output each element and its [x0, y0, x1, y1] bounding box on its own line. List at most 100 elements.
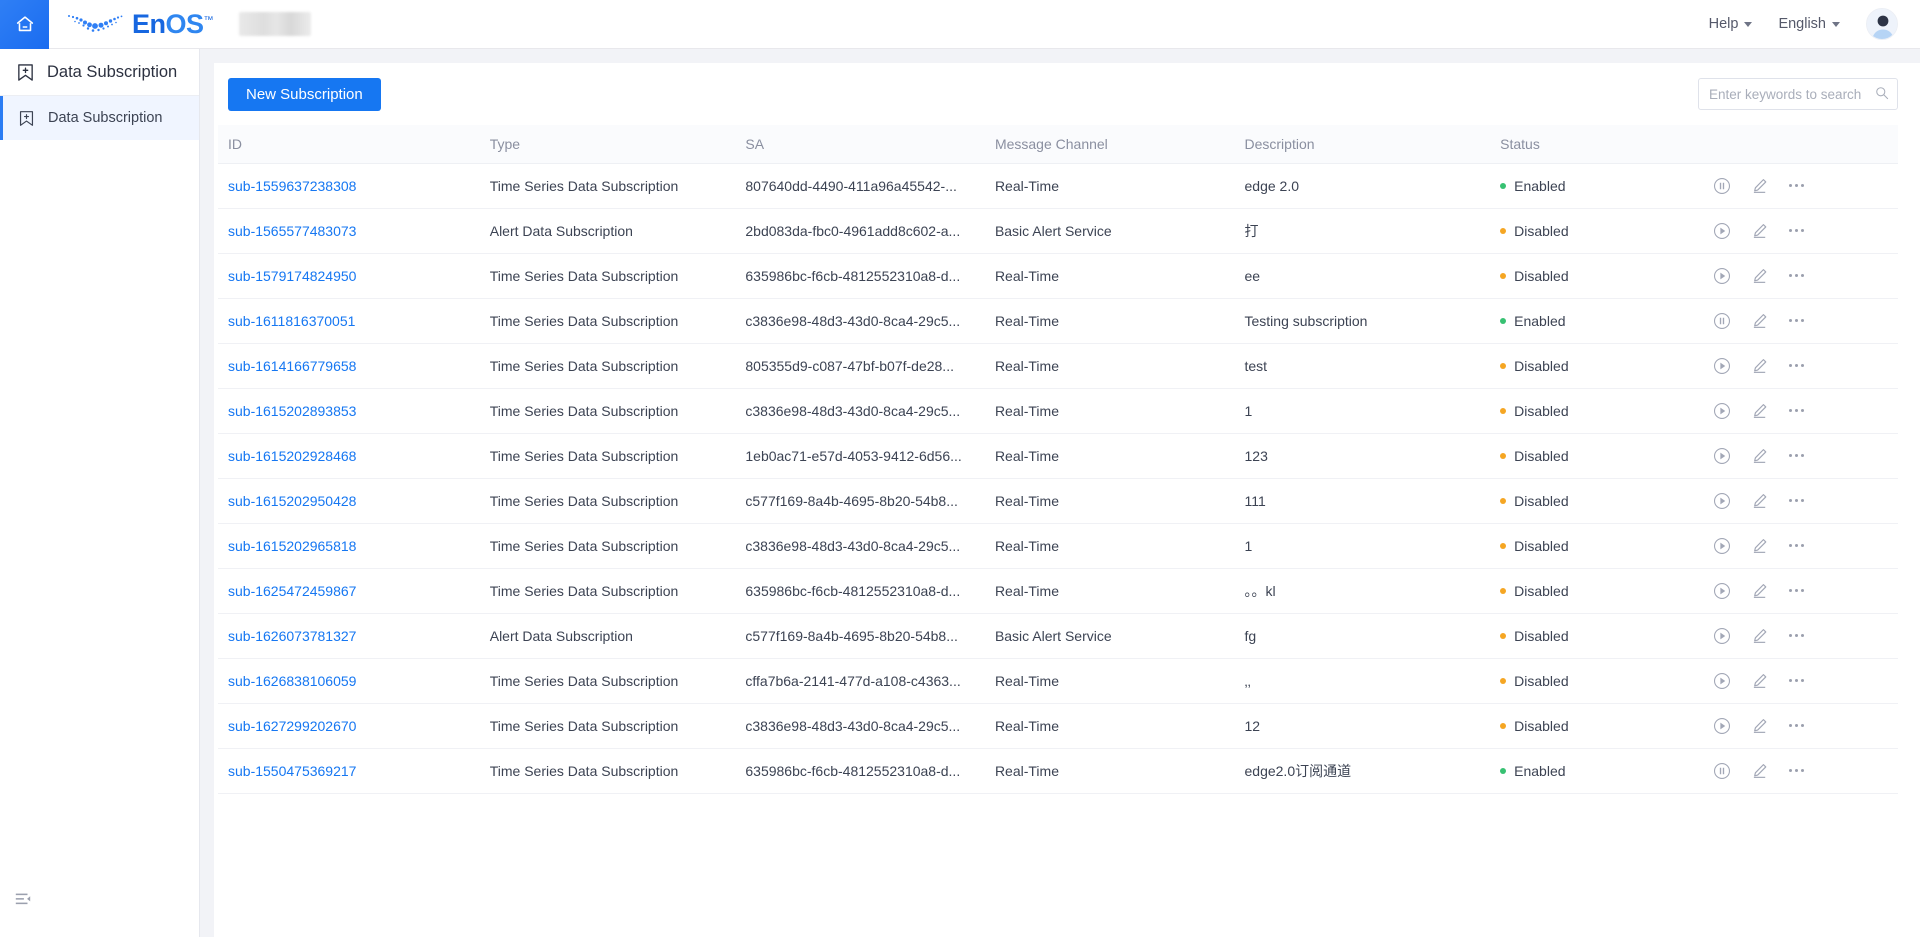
subscription-id-link[interactable]: sub-1611816370051 — [228, 313, 355, 329]
subscription-id-link[interactable]: sub-1615202928468 — [228, 448, 356, 464]
brand-logo[interactable]: EnOS™ — [65, 10, 214, 38]
enable-subscription-button[interactable] — [1713, 627, 1731, 645]
enable-subscription-button[interactable] — [1713, 447, 1731, 465]
search-input[interactable] — [1698, 78, 1898, 110]
edit-subscription-button[interactable] — [1751, 402, 1769, 420]
edit-subscription-button[interactable] — [1751, 177, 1769, 195]
more-horizontal-icon[interactable] — [1789, 492, 1805, 510]
play-circle-icon[interactable] — [1713, 717, 1731, 735]
more-horizontal-icon[interactable] — [1789, 582, 1805, 600]
edit-pencil-icon[interactable] — [1751, 447, 1769, 465]
edit-subscription-button[interactable] — [1751, 312, 1769, 330]
more-horizontal-icon[interactable] — [1789, 222, 1805, 240]
sidebar-item-data-subscription[interactable]: Data Subscription — [0, 96, 199, 140]
edit-subscription-button[interactable] — [1751, 492, 1769, 510]
edit-subscription-button[interactable] — [1751, 447, 1769, 465]
subscription-id-link[interactable]: sub-1625472459867 — [228, 583, 356, 599]
enable-subscription-button[interactable] — [1713, 717, 1731, 735]
edit-pencil-icon[interactable] — [1751, 267, 1769, 285]
enable-subscription-button[interactable] — [1713, 537, 1731, 555]
edit-subscription-button[interactable] — [1751, 357, 1769, 375]
enable-subscription-button[interactable] — [1713, 267, 1731, 285]
edit-pencil-icon[interactable] — [1751, 672, 1769, 690]
edit-pencil-icon[interactable] — [1751, 492, 1769, 510]
enable-subscription-button[interactable] — [1713, 672, 1731, 690]
play-circle-icon[interactable] — [1713, 447, 1731, 465]
play-circle-icon[interactable] — [1713, 357, 1731, 375]
language-menu[interactable]: English — [1778, 16, 1840, 32]
more-horizontal-icon[interactable] — [1789, 717, 1805, 735]
subscription-id-link[interactable]: sub-1565577483073 — [228, 223, 356, 239]
edit-pencil-icon[interactable] — [1751, 537, 1769, 555]
more-horizontal-icon[interactable] — [1789, 402, 1805, 420]
subscription-id-link[interactable]: sub-1614166779658 — [228, 358, 356, 374]
edit-pencil-icon[interactable] — [1751, 582, 1769, 600]
disable-subscription-button[interactable] — [1713, 312, 1731, 330]
edit-subscription-button[interactable] — [1751, 267, 1769, 285]
edit-pencil-icon[interactable] — [1751, 312, 1769, 330]
edit-subscription-button[interactable] — [1751, 762, 1769, 780]
edit-subscription-button[interactable] — [1751, 717, 1769, 735]
play-circle-icon[interactable] — [1713, 222, 1731, 240]
edit-pencil-icon[interactable] — [1751, 357, 1769, 375]
subscription-id-link[interactable]: sub-1550475369217 — [228, 763, 356, 779]
more-horizontal-icon[interactable] — [1789, 627, 1805, 645]
more-horizontal-icon[interactable] — [1789, 357, 1805, 375]
more-horizontal-icon[interactable] — [1789, 537, 1805, 555]
edit-pencil-icon[interactable] — [1751, 762, 1769, 780]
enable-subscription-button[interactable] — [1713, 402, 1731, 420]
play-circle-icon[interactable] — [1713, 627, 1731, 645]
subscription-id-link[interactable]: sub-1615202893853 — [228, 403, 356, 419]
play-circle-icon[interactable] — [1713, 267, 1731, 285]
row-actions — [1713, 402, 1898, 420]
more-horizontal-icon[interactable] — [1789, 312, 1805, 330]
enable-subscription-button[interactable] — [1713, 357, 1731, 375]
avatar[interactable] — [1866, 8, 1898, 40]
edit-subscription-button[interactable] — [1751, 627, 1769, 645]
subscription-id-link[interactable]: sub-1579174824950 — [228, 268, 356, 284]
pause-circle-icon[interactable] — [1713, 177, 1731, 195]
sidebar-collapse-button[interactable] — [14, 890, 32, 913]
more-horizontal-icon[interactable] — [1789, 177, 1805, 195]
enable-subscription-button[interactable] — [1713, 222, 1731, 240]
pause-circle-icon[interactable] — [1713, 312, 1731, 330]
new-subscription-button[interactable]: New Subscription — [228, 77, 381, 111]
more-horizontal-icon[interactable] — [1789, 672, 1805, 690]
subscription-id-link[interactable]: sub-1626073781327 — [228, 628, 356, 644]
cell-type: Time Series Data Subscription — [479, 568, 736, 614]
edit-subscription-button[interactable] — [1751, 672, 1769, 690]
cell-sa: cffa7b6a-2141-477d-a108-c4363... — [735, 658, 985, 704]
play-circle-icon[interactable] — [1713, 492, 1731, 510]
play-circle-icon[interactable] — [1713, 537, 1731, 555]
table-row: sub-1550475369217 Time Series Data Subscr… — [218, 748, 1898, 794]
more-horizontal-icon[interactable] — [1789, 267, 1805, 285]
more-horizontal-icon[interactable] — [1789, 447, 1805, 465]
play-circle-icon[interactable] — [1713, 402, 1731, 420]
home-button[interactable] — [0, 0, 49, 49]
enable-subscription-button[interactable] — [1713, 492, 1731, 510]
edit-subscription-button[interactable] — [1751, 582, 1769, 600]
play-circle-icon[interactable] — [1713, 672, 1731, 690]
enable-subscription-button[interactable] — [1713, 582, 1731, 600]
cell-message-channel: Real-Time — [984, 568, 1235, 614]
subscription-id-link[interactable]: sub-1615202950428 — [228, 493, 356, 509]
cell-actions — [1703, 568, 1898, 614]
play-circle-icon[interactable] — [1713, 582, 1731, 600]
disable-subscription-button[interactable] — [1713, 177, 1731, 195]
edit-pencil-icon[interactable] — [1751, 402, 1769, 420]
edit-pencil-icon[interactable] — [1751, 627, 1769, 645]
edit-pencil-icon[interactable] — [1751, 717, 1769, 735]
edit-pencil-icon[interactable] — [1751, 177, 1769, 195]
subscription-id-link[interactable]: sub-1627299202670 — [228, 718, 356, 734]
sidebar-header-data-subscription[interactable]: Data Subscription — [0, 49, 199, 96]
more-horizontal-icon[interactable] — [1789, 762, 1805, 780]
help-menu[interactable]: Help — [1709, 16, 1753, 32]
disable-subscription-button[interactable] — [1713, 762, 1731, 780]
edit-pencil-icon[interactable] — [1751, 222, 1769, 240]
pause-circle-icon[interactable] — [1713, 762, 1731, 780]
subscription-id-link[interactable]: sub-1626838106059 — [228, 673, 356, 689]
edit-subscription-button[interactable] — [1751, 537, 1769, 555]
edit-subscription-button[interactable] — [1751, 222, 1769, 240]
subscription-id-link[interactable]: sub-1559637238308 — [228, 178, 356, 194]
subscription-id-link[interactable]: sub-1615202965818 — [228, 538, 356, 554]
